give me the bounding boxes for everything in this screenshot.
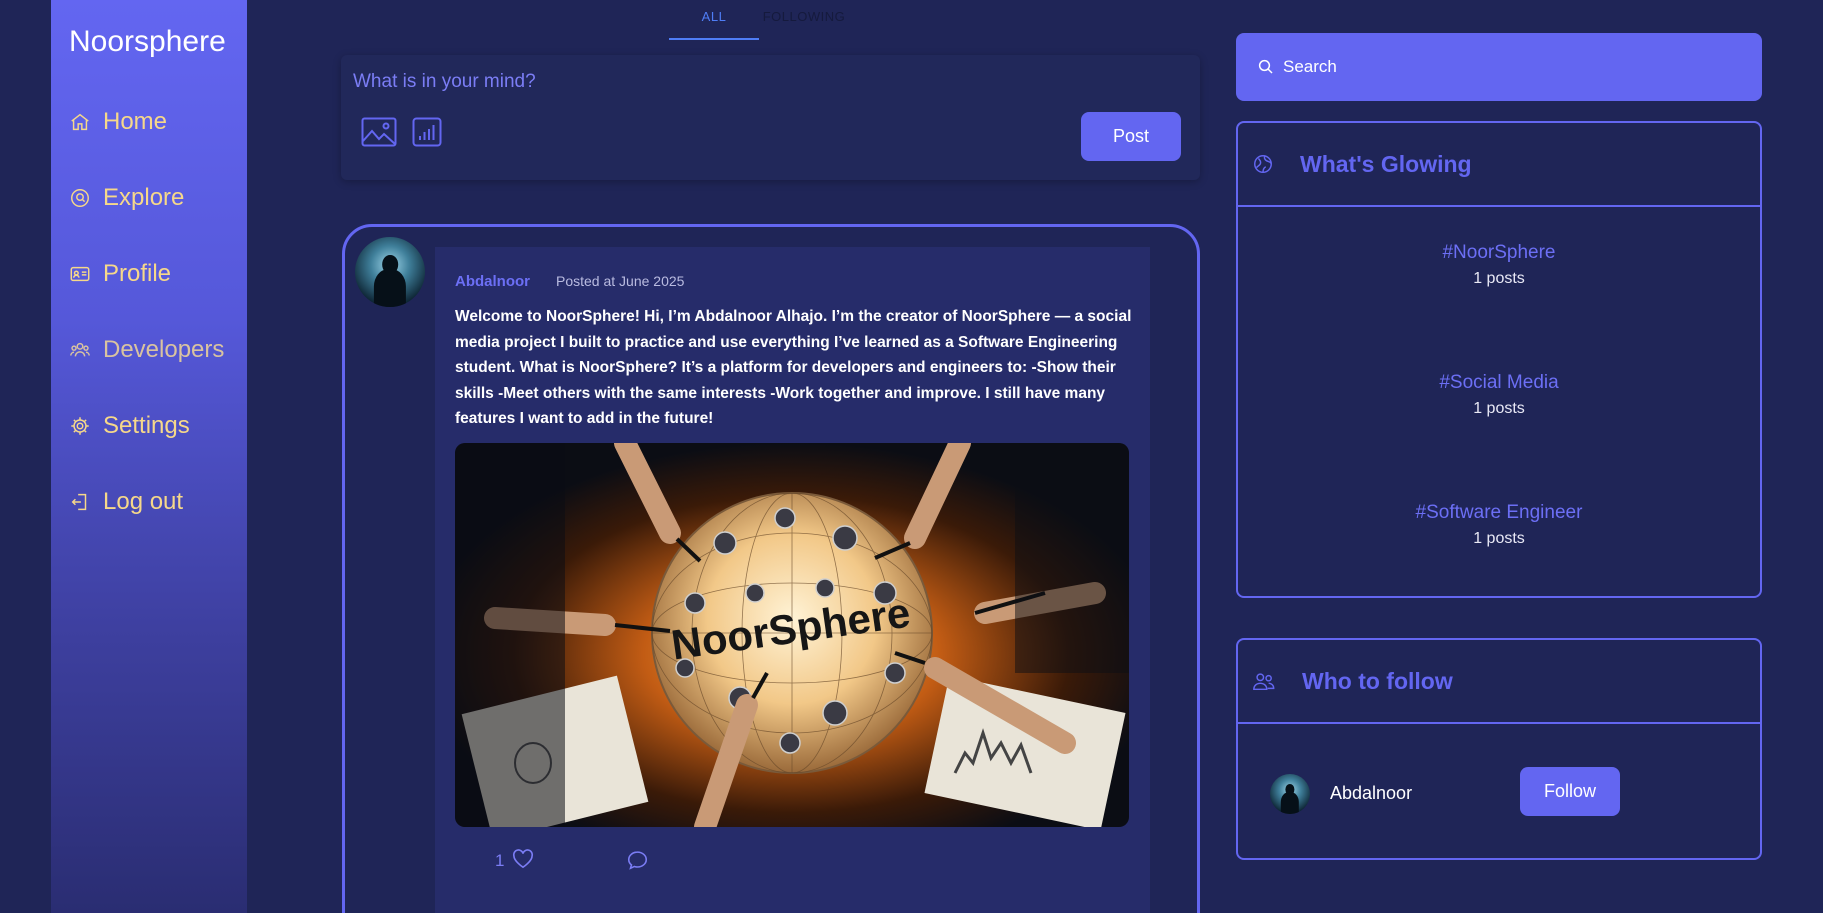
sidebar-item-label: Profile <box>103 260 172 287</box>
post-button[interactable]: Post <box>1081 112 1181 161</box>
trending-panel: What's Glowing #NoorSphere 1 posts #Soci… <box>1236 121 1762 598</box>
noorsphere-globe-image: NoorSphere <box>455 443 1129 827</box>
poll-icon[interactable] <box>412 117 442 152</box>
trend-tag: #NoorSphere <box>1442 242 1556 263</box>
comment-icon[interactable] <box>627 850 648 875</box>
sidebar-item-label: Explore <box>103 184 185 211</box>
follow-button[interactable]: Follow <box>1520 767 1620 816</box>
sidebar-item-explore[interactable]: Explore <box>69 184 184 212</box>
who-to-follow-title: Who to follow <box>1302 667 1453 694</box>
avatar[interactable] <box>1270 774 1310 814</box>
sidebar-item-label: Developers <box>103 336 225 363</box>
post-card: Abdalnoor Posted at June 2025 Welcome to… <box>342 224 1200 913</box>
who-to-follow-header: Who to follow <box>1238 640 1760 724</box>
trend-count: 1 posts <box>1473 400 1525 417</box>
sidebar-item-settings[interactable]: Settings <box>69 412 190 440</box>
search-icon <box>1258 59 1273 74</box>
post-content: Abdalnoor Posted at June 2025 Welcome to… <box>435 247 1150 913</box>
search-bar <box>1236 33 1762 101</box>
users-icon <box>1253 673 1275 691</box>
trend-item[interactable]: #Social Media 1 posts <box>1238 372 1760 418</box>
tab-following[interactable]: FOLLOWING <box>759 0 849 40</box>
sidebar-item-profile[interactable]: Profile <box>69 260 171 288</box>
sidebar-item-logout[interactable]: Log out <box>69 488 183 516</box>
post-text: Welcome to NoorSphere! Hi, I’m Abdalnoor… <box>455 308 1132 427</box>
who-to-follow-panel: Who to follow Abdalnoor Follow <box>1236 638 1762 860</box>
sidebar-item-label: Home <box>103 108 168 135</box>
profile-card-icon <box>70 266 90 282</box>
brand-logo[interactable]: Noorsphere <box>69 25 226 59</box>
trend-count: 1 posts <box>1473 270 1525 287</box>
avatar[interactable] <box>355 237 425 307</box>
like-count: 1 <box>495 851 505 870</box>
trend-count: 1 posts <box>1473 530 1525 547</box>
sidebar-item-label: Settings <box>103 412 190 439</box>
sidebar-item-home[interactable]: Home <box>69 108 167 136</box>
sidebar-item-label: Log out <box>103 488 184 515</box>
trending-title: What's Glowing <box>1300 150 1472 177</box>
post-date: Posted at June 2025 <box>556 273 685 289</box>
explore-icon <box>71 189 89 207</box>
tab-all[interactable]: ALL <box>669 0 759 40</box>
users-icon <box>70 342 90 357</box>
logout-icon <box>71 493 87 511</box>
globe-icon <box>1254 155 1272 173</box>
trend-item[interactable]: #NoorSphere 1 posts <box>1238 242 1760 288</box>
home-icon <box>71 113 89 131</box>
gear-icon <box>71 417 89 435</box>
post-composer: Post <box>341 55 1200 180</box>
trend-item[interactable]: #Software Engineer 1 posts <box>1238 502 1760 548</box>
search-input[interactable] <box>1283 52 1723 82</box>
composer-input[interactable] <box>353 67 953 97</box>
post-image[interactable]: NoorSphere <box>455 443 1129 827</box>
suggested-user-name[interactable]: Abdalnoor <box>1330 783 1412 804</box>
feed-tabs: ALL FOLLOWING <box>669 0 849 40</box>
sidebar: Noorsphere Home Explore Profile Develope… <box>51 0 247 913</box>
post-author[interactable]: Abdalnoor <box>455 273 530 290</box>
heart-icon[interactable] <box>512 849 534 874</box>
image-icon[interactable] <box>361 117 397 152</box>
trend-tag: #Social Media <box>1439 372 1559 393</box>
trending-header: What's Glowing <box>1238 123 1760 207</box>
sidebar-item-developers[interactable]: Developers <box>69 336 224 364</box>
trend-tag: #Software Engineer <box>1415 502 1583 523</box>
